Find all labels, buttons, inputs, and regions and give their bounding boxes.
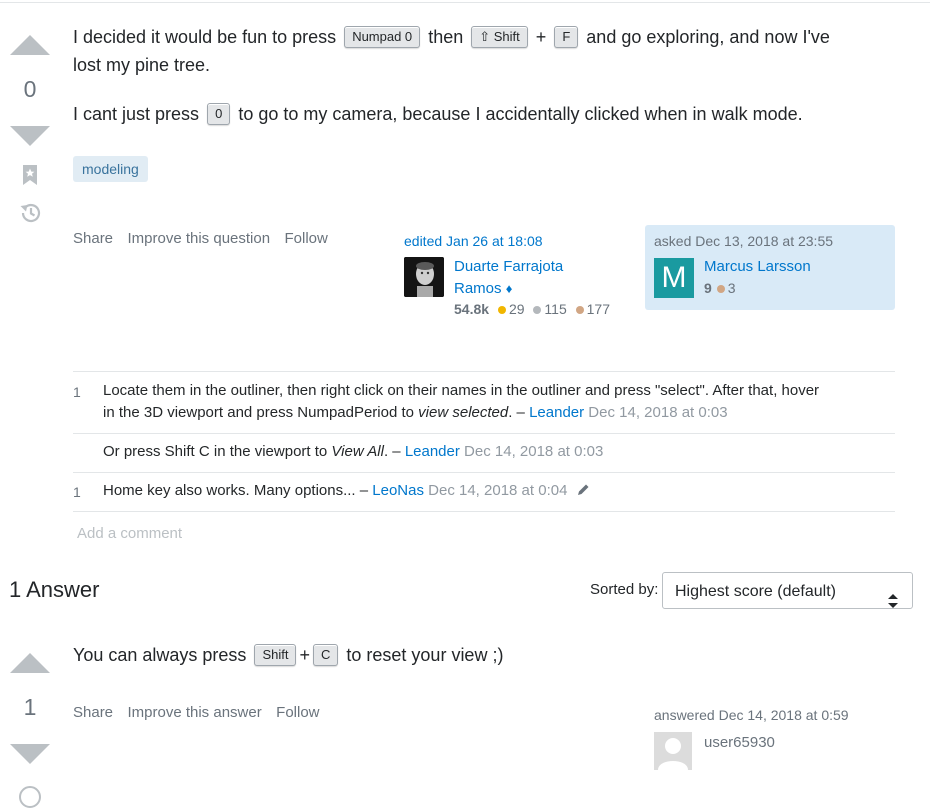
top-divider	[0, 2, 930, 3]
downvote-button[interactable]	[10, 126, 50, 146]
owner-card: asked Dec 13, 2018 at 23:55 M Marcus Lar…	[645, 225, 895, 310]
comment-user-link[interactable]: LeoNas	[372, 482, 424, 499]
answered-time: answered Dec 14, 2018 at 0:59	[654, 707, 849, 723]
kbd-numpad0: Numpad 0	[344, 26, 421, 48]
comment-date[interactable]: Dec 14, 2018 at 0:03	[460, 443, 603, 460]
comment-date[interactable]: Dec 14, 2018 at 0:03	[584, 404, 727, 421]
share-link[interactable]: Share	[73, 230, 113, 247]
kbd-c: C	[312, 644, 339, 666]
share-link[interactable]: Share	[73, 704, 113, 721]
comment-user-link[interactable]: Leander	[529, 404, 584, 421]
question-post-menu: Share Improve this question Follow	[73, 230, 338, 248]
comment-user-link[interactable]: Leander	[405, 443, 460, 460]
avatar-duarte[interactable]	[404, 257, 444, 297]
bronze-badge-icon	[575, 306, 584, 314]
history-icon[interactable]	[19, 201, 43, 230]
answer-post-menu: Share Improve this answer Follow	[73, 704, 330, 722]
comment-body: Or press Shift C in the viewport to View…	[103, 443, 604, 460]
asked-user-reputation: 93	[704, 280, 736, 296]
user-link-marcus[interactable]: Marcus Larsson	[704, 256, 811, 278]
sorted-by-label: Sorted by:	[590, 581, 659, 598]
answers-count-heading: 1 Answer	[9, 577, 100, 602]
question-paragraph-1: I decided it would be fun to press Numpa…	[73, 26, 830, 75]
answer-history-icon[interactable]	[19, 786, 41, 808]
bookmark-icon[interactable]	[22, 164, 38, 191]
comment-score: 1	[73, 484, 81, 500]
sort-select-value: Highest score (default)	[675, 583, 836, 600]
avatar-marcus[interactable]: M	[654, 258, 694, 298]
comment-body: Locate them in the outliner, then right …	[103, 382, 820, 421]
improve-question-link[interactable]: Improve this question	[127, 230, 270, 247]
edited-user-reputation: 54.8k 29 115 177	[454, 301, 610, 317]
gold-badge-icon	[497, 306, 506, 314]
moderator-diamond-icon: ♦	[505, 281, 513, 296]
answer-downvote-button[interactable]	[10, 744, 50, 764]
answer-upvote-button[interactable]	[10, 653, 50, 673]
edited-time-link[interactable]: edited Jan 26 at 18:08	[404, 233, 644, 249]
edited-signature: edited Jan 26 at 18:08 Duarte Farrajota R…	[404, 233, 644, 317]
improve-answer-link[interactable]: Improve this answer	[127, 704, 261, 721]
comments-bottom-divider	[73, 511, 895, 512]
edited-user-details: Duarte Farrajota Ramos ♦ 54.8k 29 115 177	[454, 256, 610, 317]
tag-list: modeling	[73, 156, 148, 182]
upvote-button[interactable]	[10, 35, 50, 55]
user-link-user65930[interactable]: user65930	[704, 734, 775, 751]
silver-badge-icon	[533, 306, 542, 314]
answer-body: You can always press Shift + C to reset yo…	[73, 644, 504, 666]
comment-item: Or press Shift C in the viewport to View…	[73, 433, 895, 473]
follow-link[interactable]: Follow	[276, 704, 319, 721]
kbd-zero: 0	[207, 103, 231, 125]
answer-score: 1	[23, 694, 37, 720]
comment-body: Home key also works. Many options... – L…	[103, 480, 895, 504]
sort-select[interactable]: Highest score (default)	[662, 572, 913, 609]
question-paragraph-2: I cant just press 0 to go to my camera, …	[73, 103, 803, 125]
edited-pencil-icon	[576, 482, 590, 504]
comment-item: 1 Locate them in the outliner, then righ…	[73, 371, 895, 434]
kbd-shift: Shift	[254, 644, 297, 666]
avatar-user65930[interactable]	[654, 732, 692, 770]
user-link-duarte[interactable]: Duarte Farrajota Ramos ♦	[454, 256, 610, 300]
bronze-badge-icon	[716, 285, 725, 293]
follow-link[interactable]: Follow	[285, 230, 328, 247]
asked-time: asked Dec 13, 2018 at 23:55	[654, 233, 834, 249]
comment-date[interactable]: Dec 14, 2018 at 0:04	[424, 482, 567, 499]
question-score: 0	[23, 76, 37, 102]
comment-score: 1	[73, 384, 81, 400]
tag-modeling[interactable]: modeling	[73, 156, 148, 182]
kbd-shift: ⇧ Shift	[471, 26, 528, 48]
add-comment-link[interactable]: Add a comment	[77, 525, 182, 542]
sort-select-arrows-icon	[888, 585, 898, 622]
comment-item: 1 Home key also works. Many options... –…	[73, 472, 895, 512]
kbd-f: F	[554, 26, 579, 48]
